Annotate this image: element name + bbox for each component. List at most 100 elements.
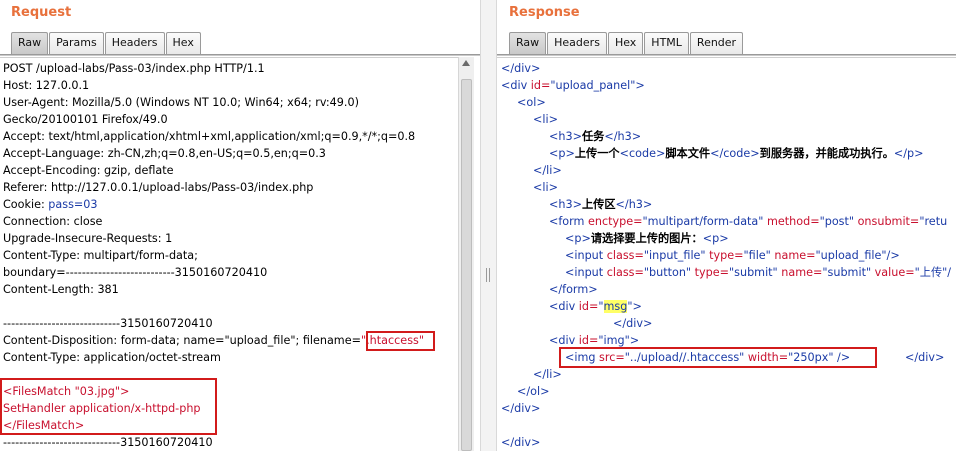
request-line: Host: 127.0.0.1: [3, 79, 90, 92]
request-pane: Request Raw Params Headers Hex POST /upl…: [0, 0, 480, 451]
response-line: </ol>: [517, 385, 550, 398]
code-token: name=: [770, 249, 816, 262]
response-tab-render[interactable]: Render: [689, 32, 744, 54]
code-token: </p>: [893, 147, 924, 160]
code-token: 上传区: [581, 198, 616, 211]
request-scrollbar[interactable]: [458, 57, 474, 451]
code-token: "上传": [914, 266, 948, 279]
code-token: <input: [565, 249, 607, 262]
code-token: <h3>: [549, 130, 582, 143]
request-line: -----------------------------31501607204…: [3, 317, 213, 330]
code-token: </h3>: [604, 130, 642, 143]
code-token: id=: [578, 334, 599, 347]
request-tab-raw[interactable]: Raw: [11, 32, 49, 54]
code-token: "button": [643, 266, 692, 279]
code-token: </h3>: [615, 198, 653, 211]
response-tab-headers[interactable]: Headers: [547, 32, 607, 54]
request-line: Content-Length: 381: [3, 283, 119, 296]
response-line: </div>: [501, 402, 541, 415]
code-token: <h3>: [549, 198, 582, 211]
cookie-value: pass=03: [48, 198, 98, 211]
img-src-highlight-box: [559, 347, 877, 368]
request-line: Upgrade-Insecure-Requests: 1: [3, 232, 173, 245]
request-line: Accept-Encoding: gzip, deflate: [3, 164, 174, 177]
request-tab-hex[interactable]: Hex: [165, 32, 201, 54]
code-token: "input_file": [643, 249, 706, 262]
code-token: <form: [549, 215, 589, 228]
response-line: <li>: [533, 113, 558, 126]
pane-splitter[interactable]: [480, 0, 497, 451]
request-tab-params[interactable]: Params: [49, 32, 104, 54]
code-token: "submit": [822, 266, 872, 279]
response-tab-underline: [497, 54, 956, 56]
code-token: onsubmit=: [854, 215, 920, 228]
response-line: </div>: [905, 351, 945, 364]
code-token: >: [632, 300, 642, 313]
request-line-cookie: Cookie: pass=03: [3, 196, 98, 213]
code-token: <div: [549, 334, 579, 347]
code-token: "submit": [729, 266, 778, 279]
request-editor[interactable]: POST /upload-labs/Pass-03/index.php HTTP…: [0, 57, 474, 451]
code-token: <p>: [565, 232, 591, 245]
code-token: type=: [705, 249, 744, 262]
response-title: Response: [509, 5, 580, 20]
code-token: <p>: [702, 232, 729, 245]
cookie-label: Cookie:: [3, 198, 49, 211]
response-tab-raw[interactable]: Raw: [509, 32, 547, 54]
code-token: 到服务器，并能成功执行。: [759, 147, 894, 160]
response-line: <li>: [533, 181, 558, 194]
code-token: "post": [819, 215, 855, 228]
response-tab-hex[interactable]: Hex: [607, 32, 644, 54]
splitter-grip-icon[interactable]: [486, 268, 490, 282]
request-line: POST /upload-labs/Pass-03/index.php HTTP…: [3, 62, 265, 75]
code-token: class=: [606, 266, 644, 279]
response-line: </div>: [501, 62, 541, 75]
response-pane: Response Raw Headers Hex HTML Render </d…: [497, 0, 956, 451]
code-token: <input: [565, 266, 607, 279]
code-token: "upload_file": [815, 249, 887, 262]
response-tab-html[interactable]: HTML: [644, 32, 689, 54]
scrollbar-thumb[interactable]: [461, 79, 472, 451]
response-editor[interactable]: </div> <div id="upload_panel"> <ol> <li>…: [497, 57, 956, 451]
response-line: <p>上传一个<code>脚本文件</code>到服务器，并能成功执行。</p>: [549, 145, 924, 162]
code-token: id=: [530, 79, 551, 92]
response-line: <h3>上传区</h3>: [549, 196, 652, 213]
code-token: <div: [501, 79, 531, 92]
request-title: Request: [11, 5, 72, 20]
response-tabs: Raw Headers Hex HTML Render: [509, 32, 744, 54]
code-token: <code>: [619, 147, 666, 160]
code-token: 请选择要上传的图片：: [590, 232, 703, 245]
response-line: <form enctype="multipart/form-data" meth…: [549, 213, 947, 230]
code-token: 任务: [581, 130, 605, 143]
request-tab-headers[interactable]: Headers: [104, 32, 165, 54]
request-line: Connection: close: [3, 215, 103, 228]
code-token: 脚本文件: [665, 147, 711, 160]
code-token: value=: [871, 266, 915, 279]
code-token: <p>: [549, 147, 575, 160]
scroll-up-icon[interactable]: [462, 60, 470, 66]
code-token: type=: [691, 266, 729, 279]
code-token: /: [947, 266, 952, 279]
response-line: <input class="input_file" type="file" na…: [565, 247, 900, 264]
response-line: <div id="upload_panel">: [501, 77, 645, 94]
code-token: >: [629, 334, 640, 347]
response-line: </div>: [501, 436, 541, 449]
response-line: <div id="msg">: [549, 298, 642, 315]
code-token: "multipart/form-data": [642, 215, 764, 228]
response-line: </div>: [613, 317, 653, 330]
response-line: <h3>任务</h3>: [549, 128, 641, 145]
code-token: >: [635, 79, 645, 92]
request-line-disposition: Content-Disposition: form-data; name="up…: [3, 332, 424, 349]
request-line: User-Agent: Mozilla/5.0 (Windows NT 10.0…: [3, 96, 359, 109]
code-token: id=: [578, 300, 599, 313]
request-line: Referer: http://127.0.0.1/upload-labs/Pa…: [3, 181, 314, 194]
disposition-text: Content-Disposition: form-data; name="up…: [3, 334, 361, 347]
request-line: boundary=---------------------------3150…: [3, 266, 268, 279]
code-token: <div: [549, 300, 579, 313]
request-tab-underline: [0, 54, 480, 56]
code-token: ": [598, 300, 604, 313]
request-line: Gecko/20100101 Firefox/49.0: [3, 113, 168, 126]
response-line: </li>: [533, 368, 562, 381]
request-tabs: Raw Params Headers Hex: [11, 32, 202, 54]
response-line: <p>请选择要上传的图片：<p>: [565, 230, 729, 247]
